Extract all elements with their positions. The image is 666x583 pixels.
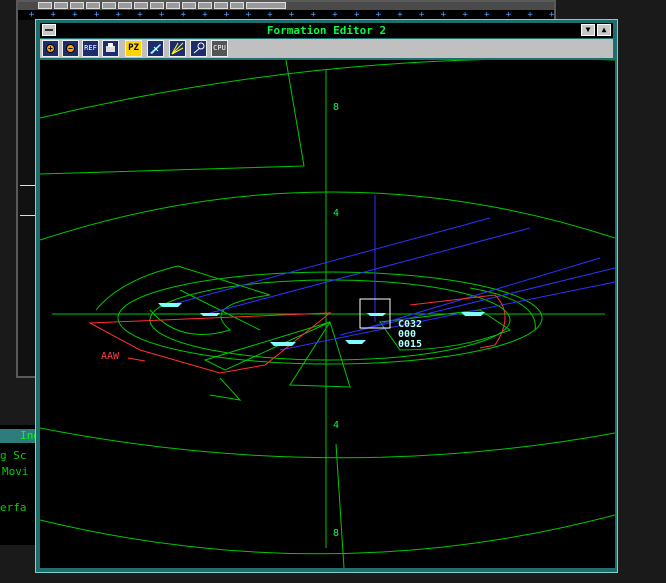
ship-contact-icon <box>200 313 220 316</box>
toolbar: + − REF PZ CPU <box>40 39 613 58</box>
ship-contact-icon <box>461 312 485 316</box>
title-bar[interactable]: Formation Editor 2 ▼ ▲ <box>40 23 613 38</box>
background-tool-button[interactable] <box>54 2 68 9</box>
sidebar-tick <box>20 215 36 216</box>
plot-graphics <box>40 60 615 568</box>
formation-editor-window: Formation Editor 2 ▼ ▲ + − REF PZ CPU 8 … <box>35 19 618 573</box>
boundary-line <box>335 443 345 568</box>
sensor-icon <box>193 42 205 54</box>
sweep-icon <box>171 42 184 55</box>
zoom-in-button[interactable]: + <box>42 40 59 57</box>
aircraft-icon <box>150 44 161 54</box>
range-label: 4 <box>333 208 340 219</box>
bearing-line <box>279 281 615 351</box>
bearing-line <box>169 217 491 306</box>
hostile-area <box>127 357 146 362</box>
bearing-line <box>359 257 601 331</box>
ref-icon: REF <box>84 44 97 52</box>
window-title: Formation Editor 2 <box>266 24 387 37</box>
background-tool-button[interactable] <box>166 2 180 9</box>
background-toolbar <box>18 2 554 10</box>
ship-contact-icon <box>158 303 182 307</box>
range-ring <box>40 191 615 241</box>
triangle-up-icon: ▲ <box>601 25 607 34</box>
bearing-line <box>339 267 615 336</box>
sensor-button[interactable] <box>190 40 207 57</box>
background-tool-button[interactable] <box>230 2 244 9</box>
print-button[interactable] <box>102 40 119 57</box>
range-label: 4 <box>333 420 340 431</box>
hostile-area <box>409 294 506 349</box>
print-icon <box>106 43 115 52</box>
background-tool-button[interactable] <box>102 2 116 9</box>
range-label: 8 <box>333 102 340 113</box>
left-panel-item[interactable]: g Sc <box>0 449 27 462</box>
background-tool-button[interactable] <box>134 2 148 9</box>
minimize-button[interactable]: ▼ <box>581 24 595 36</box>
sector-shape <box>209 377 242 401</box>
zoom-in-icon: + <box>46 44 55 53</box>
aircraft-button[interactable] <box>147 40 164 57</box>
ship-contact-icon <box>345 340 366 344</box>
range-ring <box>40 60 615 119</box>
triangle-down-icon: ▼ <box>585 25 591 34</box>
contact-line3: 0015 <box>398 339 423 350</box>
background-tool-button[interactable] <box>150 2 164 9</box>
background-tool-button[interactable] <box>86 2 100 9</box>
sweep-button[interactable] <box>169 40 186 57</box>
maximize-button[interactable]: ▲ <box>597 24 611 36</box>
ship-contact-icon <box>270 342 296 346</box>
background-tool-button[interactable] <box>214 2 228 9</box>
sidebar-tick <box>20 185 36 186</box>
range-ring <box>40 427 615 459</box>
ship-contact-icon <box>367 313 386 316</box>
pz-button[interactable]: PZ <box>125 40 142 57</box>
range-ring <box>40 514 615 555</box>
zoom-out-icon: − <box>66 44 75 53</box>
range-ring <box>117 271 543 365</box>
background-tool-button[interactable] <box>246 2 286 9</box>
cpu-icon: CPU <box>213 44 226 52</box>
range-label: 8 <box>333 528 340 539</box>
background-tool-button[interactable] <box>198 2 212 9</box>
background-tool-button[interactable] <box>118 2 132 9</box>
background-tool-button[interactable] <box>70 2 84 9</box>
left-panel-item[interactable]: Movi <box>2 465 29 478</box>
tactical-plot[interactable]: 8 4 4 8 AAW C032 000 0015 <box>40 60 615 568</box>
hostile-label: AAW <box>101 351 120 362</box>
background-tool-button[interactable] <box>38 2 52 9</box>
zoom-out-button[interactable]: − <box>62 40 79 57</box>
background-tool-button[interactable] <box>182 2 196 9</box>
left-panel-item[interactable]: erfa <box>0 501 27 514</box>
range-ring <box>149 279 511 361</box>
pz-icon: PZ <box>128 43 139 53</box>
cpu-button[interactable]: CPU <box>211 40 228 57</box>
ref-button[interactable]: REF <box>82 40 99 57</box>
